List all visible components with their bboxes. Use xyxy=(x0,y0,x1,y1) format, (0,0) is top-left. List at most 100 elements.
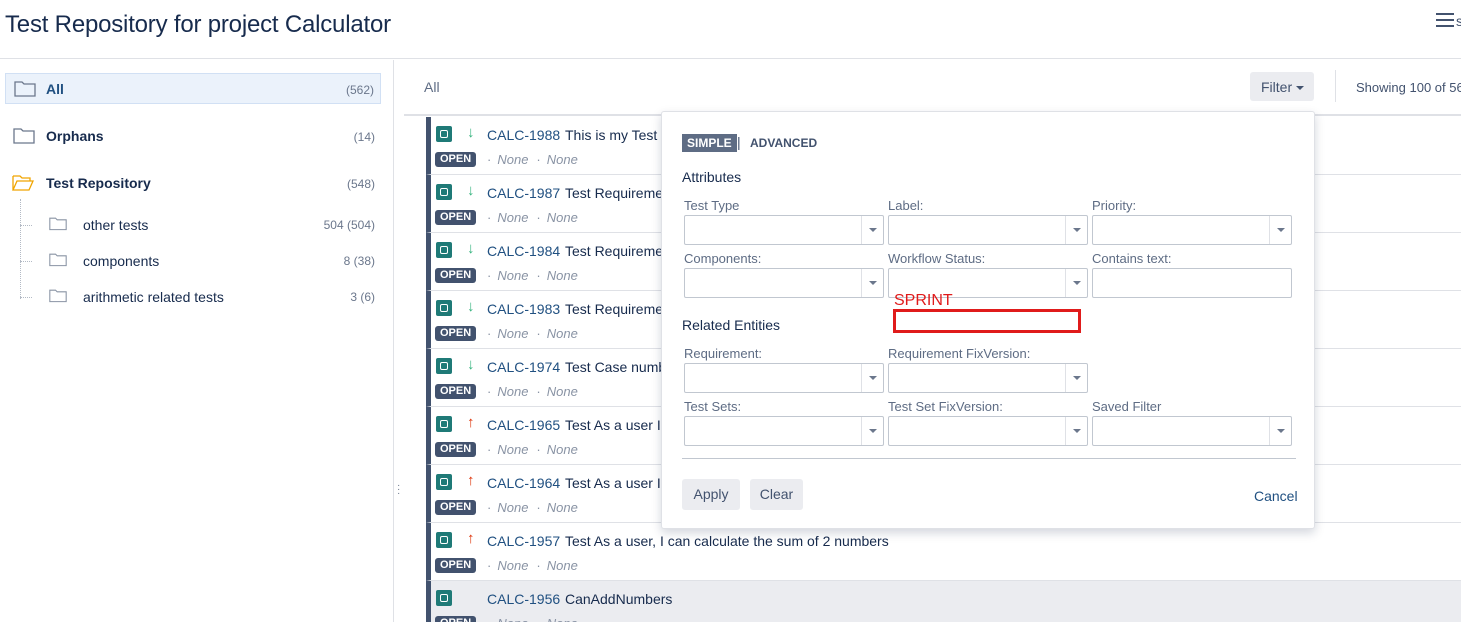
issue-key-link[interactable]: CALC-1984 xyxy=(487,243,560,259)
chevron-down-icon xyxy=(861,417,883,445)
meta-value: None xyxy=(546,384,578,399)
folder-icon xyxy=(13,127,35,144)
separator-dot: · xyxy=(487,152,492,167)
issue-key-link[interactable]: CALC-1974 xyxy=(487,359,560,375)
chevron-down-icon xyxy=(1269,417,1291,445)
contains-text-input[interactable] xyxy=(1092,268,1292,298)
issue-summary: This is my Test xyxy=(565,127,658,143)
chevron-down-icon xyxy=(1065,417,1087,445)
filter-button[interactable]: Filter xyxy=(1250,72,1314,101)
tree-item-count: 504 (504) xyxy=(323,218,375,232)
meta-value: None xyxy=(546,268,578,283)
issue-summary: CanAddNumbers xyxy=(565,591,673,607)
page-title: Test Repository for project Calculator xyxy=(5,11,391,38)
tab-advanced[interactable]: ADVANCED xyxy=(750,136,817,150)
test-type-icon xyxy=(436,242,452,258)
test-type-icon xyxy=(436,126,452,142)
meta-value: None xyxy=(497,616,528,622)
meta-value: None xyxy=(546,442,578,457)
open-folder-icon xyxy=(11,174,35,191)
test-row[interactable]: CALC-1956 CanAddNumbers OPEN · None · None xyxy=(426,581,1461,622)
folder-icon xyxy=(49,216,67,233)
issue-summary: Test Requireme xyxy=(565,243,664,259)
chevron-down-icon xyxy=(1065,216,1087,244)
issue-key-link[interactable]: CALC-1988 xyxy=(487,127,560,143)
issue-key-link[interactable]: CALC-1956 xyxy=(487,591,560,607)
test-type-icon xyxy=(436,474,452,490)
meta-value: None xyxy=(547,616,578,622)
cancel-link[interactable]: Cancel xyxy=(1254,488,1298,504)
priority-select[interactable] xyxy=(1092,215,1292,245)
status-badge: OPEN xyxy=(435,558,477,573)
issue-key-link[interactable]: CALC-1964 xyxy=(487,475,560,491)
issue-key-link[interactable]: CALC-1983 xyxy=(487,301,560,317)
tree-item-label: All xyxy=(46,81,64,97)
components-select[interactable] xyxy=(684,268,884,298)
status-badge: OPEN xyxy=(435,152,477,167)
issue-summary: Test As a user I xyxy=(565,417,661,433)
tree-item-other-tests[interactable]: other tests 504 (504) xyxy=(5,209,381,239)
folder-icon xyxy=(14,80,36,97)
test-row[interactable]: ↑ CALC-1957 Test As a user, I can calculat… xyxy=(426,523,1461,581)
meta-value: None xyxy=(546,326,578,341)
separator-dot: · xyxy=(536,268,541,283)
separator-dot: · xyxy=(487,616,491,622)
tree-item-count: 3 (6) xyxy=(350,290,375,304)
arrow-down-icon: ↓ xyxy=(467,356,475,373)
separator-dot: · xyxy=(487,558,492,573)
meta-value: None xyxy=(497,558,529,573)
meta-value: None xyxy=(497,268,529,283)
arrow-up-icon: ↑ xyxy=(467,472,475,489)
separator-dot: · xyxy=(487,210,492,225)
status-badge: OPEN xyxy=(435,442,477,457)
menu-trailing-text: s xyxy=(1456,13,1461,29)
issue-summary: Test As a user I xyxy=(565,475,661,491)
separator-dot: · xyxy=(536,442,541,457)
status-badge: OPEN xyxy=(435,210,477,225)
test-type-icon xyxy=(436,184,452,200)
clear-button[interactable]: Clear xyxy=(750,479,803,510)
saved-filter-select[interactable] xyxy=(1092,416,1292,446)
hamburger-menu-icon[interactable] xyxy=(1436,13,1454,27)
test-sets-select[interactable] xyxy=(684,416,884,446)
apply-button[interactable]: Apply xyxy=(682,479,740,510)
folder-icon xyxy=(49,288,67,305)
tree-item-label: Test Repository xyxy=(46,175,151,191)
meta-value: None xyxy=(546,500,578,515)
issue-meta: · None · None xyxy=(487,210,578,225)
status-badge: OPEN xyxy=(435,384,477,399)
issue-key-link[interactable]: CALC-1987 xyxy=(487,185,560,201)
page-header: Test Repository for project Calculator s xyxy=(0,0,1461,59)
arrow-down-icon: ↓ xyxy=(467,182,475,199)
priority-label: Priority: xyxy=(1092,198,1137,213)
tree-item-all[interactable]: All (562) xyxy=(5,73,381,104)
tree-item-components[interactable]: components 8 (38) xyxy=(5,245,381,275)
tree-item-count: (14) xyxy=(353,130,375,144)
tree-item-orphans[interactable]: Orphans (14) xyxy=(5,121,381,152)
tree-item-arithmetic-related-tests[interactable]: arithmetic related tests 3 (6) xyxy=(5,281,381,311)
issue-meta: · None · None xyxy=(487,500,578,515)
test-type-icon xyxy=(436,532,452,548)
chevron-down-icon xyxy=(1296,86,1305,91)
issue-key-link[interactable]: CALC-1957 xyxy=(487,533,560,549)
issue-meta: · None · None xyxy=(487,616,578,622)
arrow-up-icon: ↑ xyxy=(467,530,475,547)
arrow-down-icon: ↓ xyxy=(467,240,475,257)
tab-simple[interactable]: SIMPLE xyxy=(682,134,737,152)
separator-dot: · xyxy=(487,268,492,283)
label-select[interactable] xyxy=(888,215,1088,245)
folder-icon xyxy=(49,252,67,269)
issue-meta: · None · None xyxy=(487,326,578,341)
test-set-fixversion-select[interactable] xyxy=(888,416,1088,446)
issue-key-link[interactable]: CALC-1965 xyxy=(487,417,560,433)
separator-dot: · xyxy=(487,326,492,341)
requirement-fixversion-select[interactable] xyxy=(888,363,1088,393)
tree-item-test-repository[interactable]: Test Repository (548) xyxy=(5,168,381,199)
test-type-label: Test Type xyxy=(684,198,740,213)
issue-summary: Test Requireme xyxy=(565,301,664,317)
panel-resize-handle[interactable]: · · · xyxy=(397,481,400,499)
test-type-select[interactable] xyxy=(684,215,884,245)
requirement-select[interactable] xyxy=(684,363,884,393)
tree-item-count: (548) xyxy=(346,177,375,191)
meta-value: None xyxy=(497,500,529,515)
